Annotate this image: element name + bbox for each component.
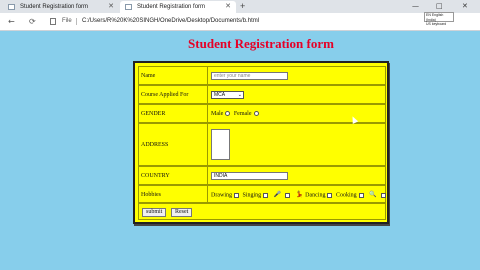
course-label: Course Applied For [141, 92, 189, 98]
chevron-down-icon: ⌄ [237, 92, 242, 98]
browser-tab-strip: Student Registration form ✕ Student Regi… [0, 0, 480, 13]
new-tab-button[interactable]: + [240, 0, 245, 13]
hobby-other-checkbox[interactable] [380, 192, 386, 198]
course-selected-value: MCA [214, 92, 226, 98]
name-input[interactable]: enter your name [211, 72, 288, 80]
url-separator [76, 18, 77, 25]
back-icon[interactable]: ← [8, 13, 15, 30]
browser-tab-active[interactable]: Student Registration form ✕ [120, 1, 236, 13]
dancer-icon: 💃 [295, 191, 304, 198]
hobby-singing-label: Singing [242, 192, 262, 199]
hobby-dancing-checkbox[interactable] [327, 192, 333, 198]
gender-label: GENDER [141, 111, 166, 117]
reset-button[interactable]: Reset [171, 208, 193, 217]
course-select[interactable]: MCA ⌄ [211, 91, 244, 99]
language-name: EN English (India) [426, 13, 444, 22]
gender-male-radio[interactable] [225, 111, 231, 117]
browser-tab[interactable]: Student Registration form ✕ [3, 1, 119, 13]
gender-row: GENDER Male Female [138, 104, 386, 123]
file-label: File [62, 18, 72, 24]
file-icon [50, 18, 56, 25]
course-row: Course Applied For MCA ⌄ [138, 85, 386, 104]
hobby-dancing-label: Dancing [305, 192, 326, 199]
address-row: ADDRESS [138, 123, 386, 166]
country-input[interactable]: INDIA [211, 172, 288, 180]
hobby-extra-checkbox[interactable] [285, 192, 291, 198]
hobby-cooking-label: Cooking [335, 192, 357, 199]
hobbies-options: Drawing Singing 🎤 💃 Dancing Cooking 🔍 [211, 191, 388, 199]
gender-female-radio[interactable] [253, 111, 259, 117]
keyboard-name: US keyboard [426, 22, 447, 26]
gender-options: Male Female [211, 110, 261, 118]
microphone-icon: 🎤 [273, 191, 282, 198]
buttons-row: submit Reset [138, 203, 386, 220]
column-divider [207, 185, 208, 203]
country-label: COUNTRY [141, 173, 170, 179]
column-divider [207, 66, 208, 85]
hobby-drawing-checkbox[interactable] [234, 192, 239, 198]
address-bar: ← ⟳ File C:/Users/R%20K%20SINGH/OneDrive… [0, 13, 480, 31]
page-icon [125, 4, 132, 10]
hobby-singing-checkbox[interactable] [263, 192, 269, 198]
column-divider [207, 104, 208, 123]
hobbies-label: Hobbies [141, 192, 161, 198]
hobbies-row: Hobbies Drawing Singing 🎤 💃 Dancing Cooki… [138, 185, 386, 203]
close-tab-icon[interactable]: ✕ [108, 1, 114, 13]
submit-button[interactable]: submit [142, 208, 167, 217]
gender-male-label: Male [211, 111, 224, 117]
name-label: Name [141, 73, 156, 79]
address-textarea[interactable] [211, 129, 230, 160]
url-field[interactable]: C:/Users/R%20K%20SINGH/OneDrive/Desktop/… [82, 13, 259, 30]
page-icon [8, 4, 15, 10]
close-window-button[interactable]: ✕ [462, 0, 468, 13]
column-divider [207, 85, 208, 104]
column-divider [207, 123, 208, 166]
gender-female-label: Female [233, 111, 252, 117]
country-row: COUNTRY INDIA [138, 166, 386, 185]
page-title: Student Registration form [188, 36, 334, 51]
tab-label: Student Registration form [137, 4, 206, 10]
language-indicator-popup: EN English (India) US keyboard [424, 12, 454, 26]
search-icon: 🔍 [369, 191, 377, 198]
tab-label: Student Registration form [20, 4, 89, 10]
minimize-button[interactable]: — [412, 0, 419, 13]
hobby-drawing-label: Drawing [211, 192, 232, 199]
address-label: ADDRESS [141, 142, 169, 148]
name-row: Name enter your name [138, 66, 386, 85]
reload-icon[interactable]: ⟳ [29, 13, 36, 30]
column-divider [207, 166, 208, 185]
registration-form: Name enter your name Course Applied For … [133, 61, 389, 224]
hobby-cooking-checkbox[interactable] [358, 192, 364, 198]
close-tab-icon[interactable]: ✕ [225, 1, 231, 13]
